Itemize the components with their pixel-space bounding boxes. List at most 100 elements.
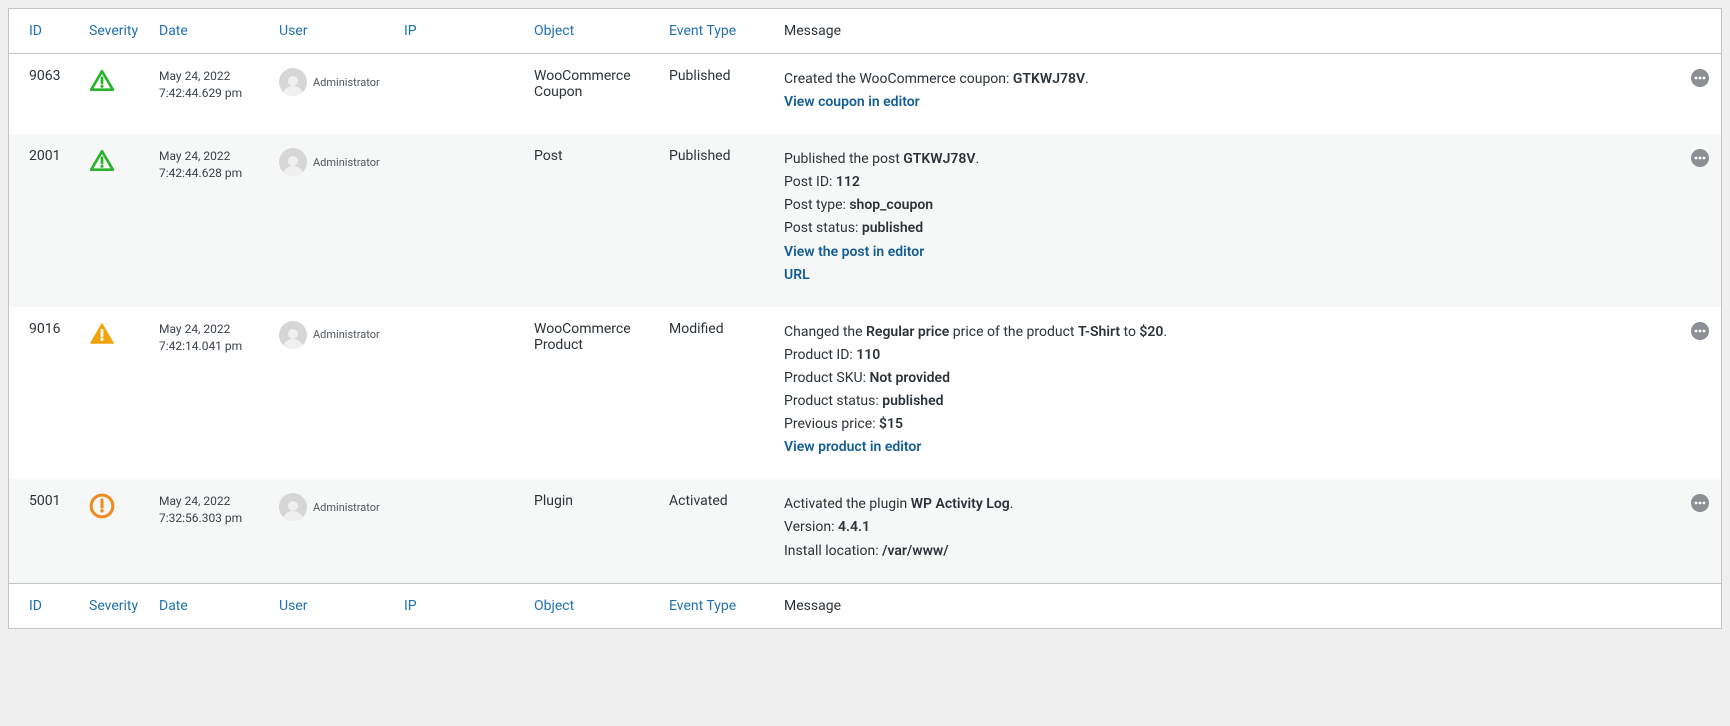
message-value: T-Shirt [1078,324,1120,340]
date-time: 7:42:14.041 pm [159,339,242,353]
col-footer-severity[interactable]: Severity [79,583,149,628]
message-value: published [862,220,923,236]
message-value: Regular price [866,324,949,340]
ellipsis-icon [1694,156,1706,160]
avatar-icon [279,148,307,176]
message-value: 110 [856,347,880,363]
col-footer-date[interactable]: Date [149,583,269,628]
user-name: Administrator [313,76,380,89]
cell-actions [1681,134,1721,307]
cell-object: Plugin [524,479,659,583]
date-time: 7:32:56.303 pm [159,511,242,525]
col-footer-message: Message [774,583,1681,628]
col-footer-eventtype[interactable]: Event Type [659,583,774,628]
date-time: 7:42:44.629 pm [159,86,242,100]
cell-object: Post [524,134,659,307]
col-header-actions [1681,9,1721,54]
cell-object: WooCommerce Product [524,307,659,480]
col-header-ip[interactable]: IP [394,9,524,54]
col-footer-id[interactable]: ID [9,583,79,628]
col-footer-ip[interactable]: IP [394,583,524,628]
message-text: Previous price: [784,416,879,432]
cell-eventtype: Modified [659,307,774,480]
cell-user: Administrator [269,479,394,583]
cell-message: Activated the plugin WP Activity Log.Ver… [774,479,1681,583]
message-link[interactable]: URL [784,264,810,287]
cell-severity [79,307,149,480]
activity-log-table: ID Severity Date User IP Object Event Ty… [8,8,1722,629]
table-row: 2001 May 24, 2022 7:42:44.628 pm Adminis… [9,134,1721,307]
more-actions-button[interactable] [1691,494,1709,512]
message-value: WP Activity Log [911,496,1010,512]
ellipsis-icon [1694,329,1706,333]
cell-date: May 24, 2022 7:42:44.628 pm [149,134,269,307]
col-header-severity[interactable]: Severity [79,9,149,54]
cell-message: Changed the Regular price price of the p… [774,307,1681,480]
cell-message: Created the WooCommerce coupon: GTKWJ78V… [774,54,1681,135]
ellipsis-icon [1694,76,1706,80]
message-text: Product SKU: [784,370,869,386]
cell-date: May 24, 2022 7:42:14.041 pm [149,307,269,480]
avatar-icon [279,68,307,96]
message-text: . [1010,496,1014,512]
table-header: ID Severity Date User IP Object Event Ty… [9,9,1721,54]
cell-date: May 24, 2022 7:42:44.629 pm [149,54,269,135]
cell-eventtype: Published [659,54,774,135]
cell-id: 5001 [9,479,79,583]
warning-triangle-icon [89,68,115,94]
message-link[interactable]: View the post in editor [784,241,924,264]
col-header-id[interactable]: ID [9,9,79,54]
user-name: Administrator [313,156,380,169]
message-link[interactable]: View coupon in editor [784,91,920,114]
date-day: May 24, 2022 [159,494,230,508]
message-text: Install location: [784,543,882,559]
table-row: 5001 May 24, 2022 7:32:56.303 pm Adminis… [9,479,1721,583]
message-value: GTKWJ78V [903,151,975,167]
col-footer-user[interactable]: User [269,583,394,628]
message-text: . [975,151,979,167]
cell-user: Administrator [269,54,394,135]
more-actions-button[interactable] [1691,69,1709,87]
col-footer-object[interactable]: Object [524,583,659,628]
message-value: published [882,393,943,409]
table-row: 9016 May 24, 2022 7:42:14.041 pm Adminis… [9,307,1721,480]
col-header-message: Message [774,9,1681,54]
table-body: 9063 May 24, 2022 7:42:44.629 pm Adminis… [9,54,1721,584]
cell-severity [79,134,149,307]
message-text: Post status: [784,220,862,236]
cell-message: Published the post GTKWJ78V.Post ID: 112… [774,134,1681,307]
col-footer-actions [1681,583,1721,628]
message-value: 4.4.1 [838,519,870,535]
warning-triangle-filled-icon [89,321,115,347]
cell-id: 2001 [9,134,79,307]
event-message: Published the post GTKWJ78V.Post ID: 112… [784,148,1671,287]
date-time: 7:42:44.628 pm [159,166,242,180]
message-link[interactable]: View product in editor [784,436,921,459]
more-actions-button[interactable] [1691,149,1709,167]
message-value: 112 [836,174,860,190]
cell-ip [394,134,524,307]
message-text: Product ID: [784,347,856,363]
cell-ip [394,307,524,480]
message-text: Product status: [784,393,882,409]
more-actions-button[interactable] [1691,322,1709,340]
message-value: Not provided [869,370,950,386]
message-text: Changed the [784,324,866,340]
message-text: Activated the plugin [784,496,911,512]
cell-severity [79,479,149,583]
cell-actions [1681,54,1721,135]
cell-user: Administrator [269,134,394,307]
event-message: Changed the Regular price price of the p… [784,321,1671,460]
message-text: . [1163,324,1167,340]
col-header-object[interactable]: Object [524,9,659,54]
event-message: Activated the plugin WP Activity Log.Ver… [784,493,1671,562]
table-footer: ID Severity Date User IP Object Event Ty… [9,583,1721,628]
col-header-user[interactable]: User [269,9,394,54]
table-row: 9063 May 24, 2022 7:42:44.629 pm Adminis… [9,54,1721,135]
avatar-icon [279,321,307,349]
message-text: price of the product [949,324,1078,340]
col-header-eventtype[interactable]: Event Type [659,9,774,54]
col-header-date[interactable]: Date [149,9,269,54]
cell-date: May 24, 2022 7:32:56.303 pm [149,479,269,583]
date-day: May 24, 2022 [159,69,230,83]
